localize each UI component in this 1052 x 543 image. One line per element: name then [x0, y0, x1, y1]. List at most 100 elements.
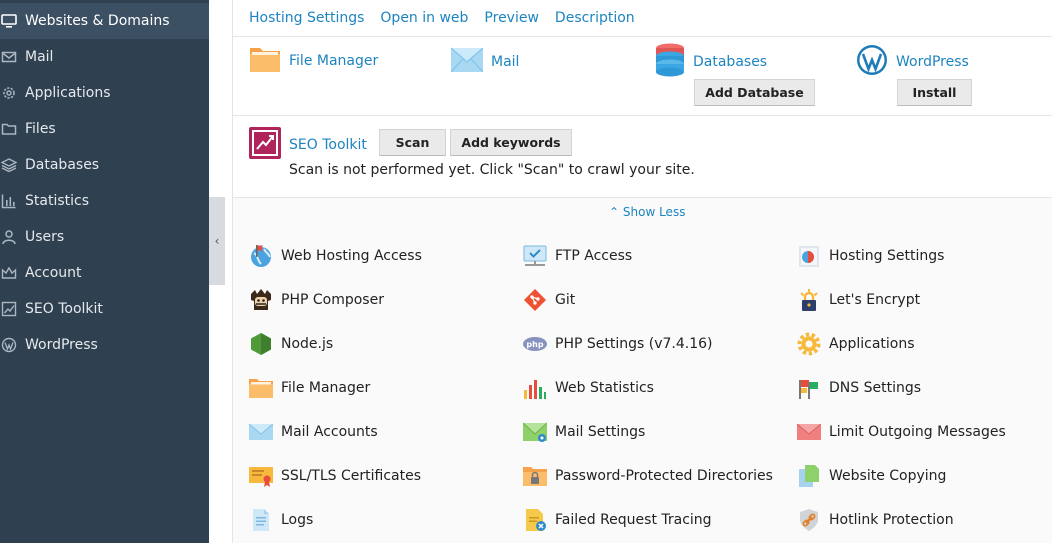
- tool-limit-outgoing-messages[interactable]: Limit Outgoing Messages: [797, 420, 1006, 444]
- sidebar-item-label: Websites & Domains: [25, 13, 170, 29]
- sidebar-item-label: Users: [25, 229, 65, 245]
- sidebar-item-mail[interactable]: Mail: [0, 39, 209, 75]
- tool-php-settings[interactable]: php PHP Settings (v7.4.16): [523, 332, 712, 356]
- sidebar: Websites & Domains Mail Applications Fil…: [0, 0, 209, 543]
- sidebar-item-wordpress[interactable]: WordPress: [0, 327, 209, 363]
- sidebar-item-files[interactable]: Files: [0, 111, 209, 147]
- nodejs-icon: [249, 332, 273, 356]
- envelope-icon: [450, 46, 484, 78]
- tool-git[interactable]: Git: [523, 288, 575, 312]
- tool-dns-settings[interactable]: DNS Settings: [797, 376, 921, 400]
- install-button[interactable]: Install: [897, 79, 972, 106]
- quick-mail-label[interactable]: Mail: [491, 54, 519, 70]
- tool-hosting-settings[interactable]: Hosting Settings: [797, 244, 944, 268]
- database-icon: [655, 43, 685, 81]
- quick-wordpress-label[interactable]: WordPress: [896, 54, 969, 70]
- tool-web-statistics[interactable]: Web Statistics: [523, 376, 654, 400]
- tool-logs[interactable]: Logs: [249, 508, 313, 532]
- sidebar-item-databases[interactable]: Databases: [0, 147, 209, 183]
- user-icon: [1, 229, 17, 245]
- divider: [233, 197, 1052, 198]
- sidebar-item-label: Files: [25, 121, 56, 137]
- tool-php-composer[interactable]: PHP Composer: [249, 288, 384, 312]
- seo-toolkit[interactable]: SEO Toolkit: [249, 127, 367, 163]
- tool-label: Hosting Settings: [829, 248, 945, 264]
- tool-label: File Manager: [281, 380, 371, 396]
- add-keywords-button[interactable]: Add keywords: [450, 129, 572, 156]
- envelope-icon: [1, 49, 17, 65]
- seo-scan-message: Scan is not performed yet. Click "Scan" …: [289, 162, 695, 178]
- quick-file-manager-label[interactable]: File Manager: [289, 53, 378, 69]
- sidebar-item-label: Account: [25, 265, 82, 281]
- tool-ssl-tls-certificates[interactable]: SSL/TLS Certificates: [249, 464, 421, 488]
- sidebar-item-label: Applications: [25, 85, 111, 101]
- dns-icon: [797, 376, 821, 400]
- tool-applications[interactable]: Applications: [797, 332, 915, 356]
- sidebar-item-label: Mail: [25, 49, 54, 65]
- tool-hotlink-protection[interactable]: Hotlink Protection: [797, 508, 954, 532]
- sidebar-collapse-handle[interactable]: ‹: [209, 197, 225, 285]
- top-links: Hosting Settings Open in web Preview Des…: [249, 8, 651, 28]
- tracing-icon: [523, 508, 547, 532]
- tool-label: Password-Protected Directories: [555, 468, 773, 484]
- quick-databases-label[interactable]: Databases: [693, 54, 767, 70]
- wordpress-icon: [1, 337, 17, 353]
- lets-encrypt-icon: [797, 288, 821, 312]
- tool-label: SSL/TLS Certificates: [281, 468, 421, 484]
- tool-label: Mail Settings: [555, 424, 646, 440]
- locked-folder-icon: [523, 464, 547, 488]
- link-hosting-settings[interactable]: Hosting Settings: [249, 8, 364, 28]
- show-less-toggle[interactable]: ⌃ Show Less: [609, 205, 685, 219]
- tool-nodejs[interactable]: Node.js: [249, 332, 333, 356]
- sidebar-item-account[interactable]: Account: [0, 255, 209, 291]
- tool-password-protected-directories[interactable]: Password-Protected Directories: [523, 464, 773, 488]
- wordpress-icon: [856, 44, 888, 80]
- shield-link-icon: [797, 508, 821, 532]
- globe-flag-icon: [249, 244, 273, 268]
- tool-label: DNS Settings: [829, 380, 922, 396]
- sidebar-item-applications[interactable]: Applications: [0, 75, 209, 111]
- monitor-icon: [1, 13, 17, 29]
- crown-icon: [1, 265, 17, 281]
- seo-toolkit-label[interactable]: SEO Toolkit: [289, 137, 367, 153]
- tool-mail-accounts[interactable]: Mail Accounts: [249, 420, 378, 444]
- tool-label: Web Hosting Access: [281, 248, 422, 264]
- logs-icon: [249, 508, 273, 532]
- envelope-limit-icon: [797, 420, 821, 444]
- tool-label: Web Statistics: [555, 380, 654, 396]
- tool-failed-request-tracing[interactable]: Failed Request Tracing: [523, 508, 712, 532]
- gear-icon: [1, 85, 17, 101]
- certificate-icon: [249, 464, 273, 488]
- quick-file-manager[interactable]: File Manager: [249, 44, 378, 78]
- sidebar-item-statistics[interactable]: Statistics: [0, 183, 209, 219]
- tool-file-manager[interactable]: File Manager: [249, 376, 370, 400]
- quick-databases[interactable]: Databases: [655, 43, 767, 81]
- tool-mail-settings[interactable]: Mail Settings: [523, 420, 645, 444]
- tool-website-copying[interactable]: Website Copying: [797, 464, 946, 488]
- scan-button[interactable]: Scan: [379, 129, 446, 156]
- bar-chart-icon: [1, 193, 17, 209]
- tool-label: Mail Accounts: [281, 424, 378, 440]
- link-description[interactable]: Description: [555, 8, 635, 28]
- link-preview[interactable]: Preview: [484, 8, 539, 28]
- tool-ftp-access[interactable]: FTP Access: [523, 244, 632, 268]
- statistics-icon: [523, 376, 547, 400]
- tool-label: Git: [555, 292, 576, 308]
- link-open-in-web[interactable]: Open in web: [380, 8, 468, 28]
- sidebar-item-websites-domains[interactable]: Websites & Domains: [0, 3, 209, 39]
- tool-lets-encrypt[interactable]: Let's Encrypt: [797, 288, 920, 312]
- sidebar-item-seo-toolkit[interactable]: SEO Toolkit: [0, 291, 209, 327]
- tool-label: Let's Encrypt: [829, 292, 921, 308]
- divider: [233, 36, 1052, 37]
- sidebar-item-label: Databases: [25, 157, 100, 173]
- divider: [233, 115, 1052, 116]
- tool-label: Website Copying: [829, 468, 947, 484]
- add-database-button[interactable]: Add Database: [694, 79, 815, 106]
- folder-icon: [1, 121, 17, 137]
- tool-web-hosting-access[interactable]: Web Hosting Access: [249, 244, 422, 268]
- ftp-icon: [523, 244, 547, 268]
- quick-mail[interactable]: Mail: [450, 46, 519, 78]
- sidebar-item-users[interactable]: Users: [0, 219, 209, 255]
- quick-wordpress[interactable]: WordPress: [856, 44, 969, 80]
- folder-icon: [249, 376, 273, 400]
